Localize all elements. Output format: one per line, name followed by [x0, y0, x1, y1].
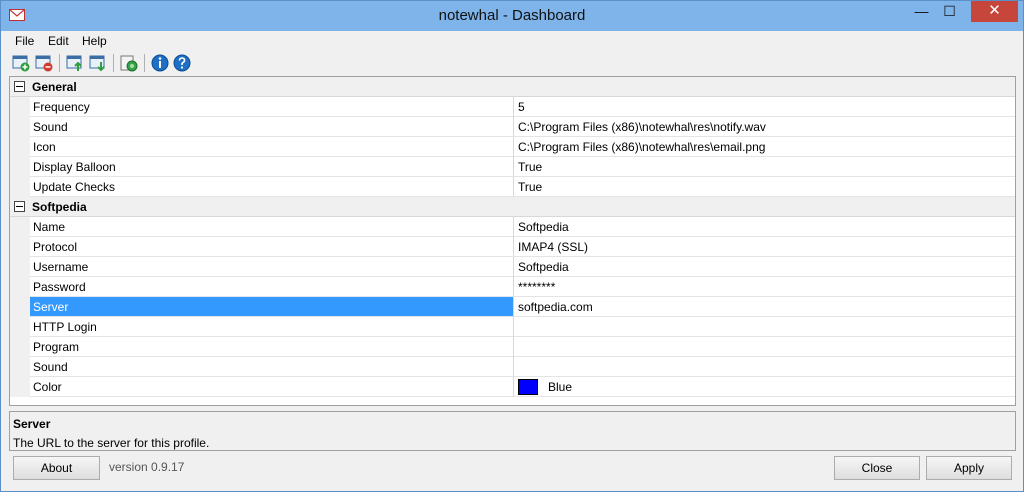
- property-name: Protocol: [30, 237, 514, 257]
- property-name: Program: [30, 337, 514, 357]
- menu-bar: File Edit Help: [1, 31, 1023, 51]
- move-down-icon[interactable]: [88, 53, 108, 73]
- property-name: Display Balloon: [30, 157, 514, 177]
- close-window-button[interactable]: ✕: [971, 1, 1018, 22]
- row-gutter: [10, 237, 30, 257]
- check-mail-icon[interactable]: [119, 53, 139, 73]
- property-name: Icon: [30, 137, 514, 157]
- property-row-sound[interactable]: Sound C:\Program Files (x86)\notewhal\re…: [10, 117, 1015, 137]
- property-name: Server: [30, 297, 514, 317]
- property-value[interactable]: [514, 357, 1015, 377]
- property-name: Sound: [30, 357, 514, 377]
- property-row-icon[interactable]: Icon C:\Program Files (x86)\notewhal\res…: [10, 137, 1015, 157]
- move-up-icon[interactable]: [65, 53, 85, 73]
- property-name: HTTP Login: [30, 317, 514, 337]
- property-name: Update Checks: [30, 177, 514, 197]
- toolbar: [1, 51, 1023, 75]
- property-value[interactable]: [514, 337, 1015, 357]
- close-button[interactable]: Close: [834, 456, 920, 480]
- apply-button[interactable]: Apply: [926, 456, 1012, 480]
- row-gutter: [10, 297, 30, 317]
- property-value[interactable]: Softpedia: [514, 257, 1015, 277]
- title-bar[interactable]: notewhal - Dashboard — ☐ ✕: [1, 1, 1023, 31]
- property-name: Color: [30, 377, 514, 397]
- app-window: notewhal - Dashboard — ☐ ✕ File Edit Hel…: [0, 0, 1024, 492]
- property-row-password[interactable]: Password ********: [10, 277, 1015, 297]
- color-swatch: [518, 379, 538, 395]
- row-gutter: [10, 137, 30, 157]
- property-row-username[interactable]: Username Softpedia: [10, 257, 1015, 277]
- remove-profile-icon[interactable]: [34, 53, 54, 73]
- row-gutter: [10, 117, 30, 137]
- property-row-server[interactable]: Server softpedia.com: [10, 297, 1015, 317]
- property-name: Frequency: [30, 97, 514, 117]
- category-label: General: [32, 80, 77, 94]
- property-row-name[interactable]: Name Softpedia: [10, 217, 1015, 237]
- category-row-general[interactable]: General: [10, 77, 1015, 97]
- menu-help[interactable]: Help: [82, 34, 107, 48]
- category-label: Softpedia: [32, 200, 87, 214]
- property-row-color[interactable]: Color Blue: [10, 377, 1015, 397]
- property-value[interactable]: True: [514, 157, 1015, 177]
- property-name: Name: [30, 217, 514, 237]
- color-value: Blue: [548, 380, 573, 394]
- toolbar-separator: [113, 54, 114, 72]
- help-icon[interactable]: [172, 53, 192, 73]
- row-gutter: [10, 277, 30, 297]
- collapse-icon[interactable]: [14, 81, 25, 92]
- help-description: The URL to the server for this profile.: [13, 436, 210, 450]
- maximize-button[interactable]: ☐: [936, 1, 963, 22]
- row-gutter: [10, 157, 30, 177]
- property-row-update-checks[interactable]: Update Checks True: [10, 177, 1015, 197]
- toolbar-separator: [144, 54, 145, 72]
- property-row-protocol[interactable]: Protocol IMAP4 (SSL): [10, 237, 1015, 257]
- property-name: Username: [30, 257, 514, 277]
- row-gutter: [10, 377, 30, 397]
- property-value[interactable]: Softpedia: [514, 217, 1015, 237]
- property-name: Sound: [30, 117, 514, 137]
- property-value[interactable]: ********: [514, 277, 1015, 297]
- property-value[interactable]: softpedia.com: [514, 297, 1015, 317]
- property-name: Password: [30, 277, 514, 297]
- property-grid: General Frequency 5 Sound C:\Program Fil…: [9, 76, 1016, 406]
- property-value[interactable]: 5: [514, 97, 1015, 117]
- help-title: Server: [13, 417, 51, 431]
- row-gutter: [10, 317, 30, 337]
- row-gutter: [10, 217, 30, 237]
- property-value[interactable]: C:\Program Files (x86)\notewhal\res\emai…: [514, 137, 1015, 157]
- property-row-http-login[interactable]: HTTP Login: [10, 317, 1015, 337]
- menu-file[interactable]: File: [15, 34, 34, 48]
- category-row-softpedia[interactable]: Softpedia: [10, 197, 1015, 217]
- info-icon[interactable]: [150, 53, 170, 73]
- property-row-frequency[interactable]: Frequency 5: [10, 97, 1015, 117]
- minimize-button[interactable]: —: [908, 1, 935, 22]
- row-gutter: [10, 357, 30, 377]
- property-row-program[interactable]: Program: [10, 337, 1015, 357]
- menu-edit[interactable]: Edit: [48, 34, 69, 48]
- row-gutter: [10, 257, 30, 277]
- toolbar-separator: [59, 54, 60, 72]
- window-title: notewhal - Dashboard: [438, 7, 586, 24]
- property-row-display-balloon[interactable]: Display Balloon True: [10, 157, 1015, 177]
- version-label: version 0.9.17: [109, 460, 185, 474]
- property-value[interactable]: Blue: [514, 377, 1015, 397]
- about-button[interactable]: About: [13, 456, 100, 480]
- property-row-sound-profile[interactable]: Sound: [10, 357, 1015, 377]
- property-value[interactable]: True: [514, 177, 1015, 197]
- row-gutter: [10, 177, 30, 197]
- row-gutter: [10, 97, 30, 117]
- row-gutter: [10, 337, 30, 357]
- add-profile-icon[interactable]: [11, 53, 31, 73]
- property-value[interactable]: C:\Program Files (x86)\notewhal\res\noti…: [514, 117, 1015, 137]
- property-value[interactable]: IMAP4 (SSL): [514, 237, 1015, 257]
- help-panel: Server The URL to the server for this pr…: [9, 411, 1016, 451]
- property-value[interactable]: [514, 317, 1015, 337]
- collapse-icon[interactable]: [14, 201, 25, 212]
